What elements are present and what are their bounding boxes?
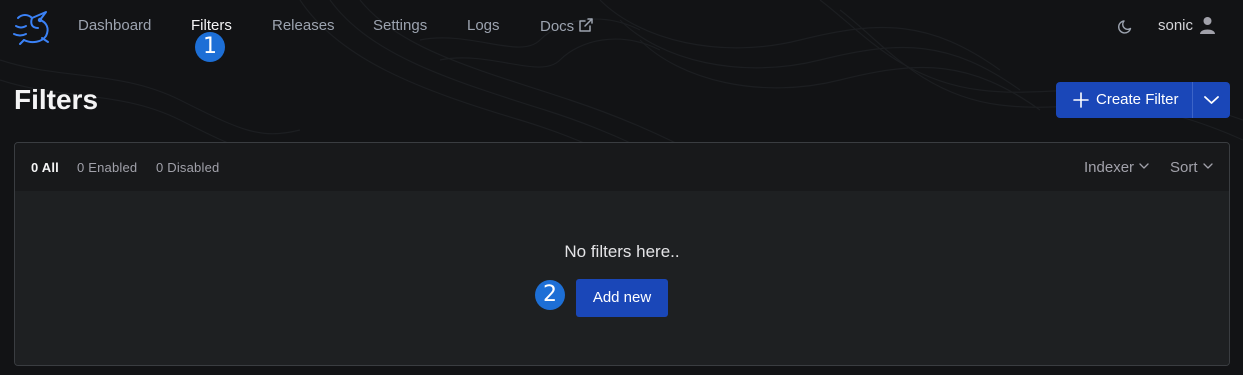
nav-logs[interactable]: Logs — [467, 17, 500, 34]
annotation-badge-1: 1 — [195, 32, 225, 62]
nav-releases[interactable]: Releases — [272, 17, 335, 34]
indexer-dropdown[interactable]: Indexer — [1084, 159, 1149, 176]
moon-icon[interactable] — [1117, 18, 1134, 35]
filters-panel: 0 All 0 Enabled 0 Disabled Indexer Sort … — [14, 142, 1230, 366]
create-filter-button-group: Create Filter — [1056, 82, 1230, 118]
tab-all[interactable]: 0 All — [31, 160, 59, 175]
create-filter-button[interactable]: Create Filter — [1056, 82, 1192, 118]
top-nav: Dashboard Filters Releases Settings Logs… — [0, 0, 1243, 52]
external-link-icon — [579, 18, 593, 32]
tab-enabled[interactable]: 0 Enabled — [77, 160, 137, 175]
page-title: Filters — [14, 84, 99, 115]
create-filter-label: Create Filter — [1096, 91, 1179, 108]
logo-rabbit-icon[interactable] — [12, 6, 56, 46]
nav-dashboard[interactable]: Dashboard — [78, 17, 151, 34]
nav-docs-label: Docs — [540, 18, 575, 35]
chevron-down-icon — [1139, 163, 1149, 169]
annotation-badge-2: 2 — [535, 280, 565, 310]
chevron-down-icon — [1202, 163, 1213, 169]
empty-state: No filters here.. Add new — [15, 191, 1229, 365]
filters-toolbar: 0 All 0 Enabled 0 Disabled Indexer Sort — [15, 143, 1229, 191]
empty-state-message: No filters here.. — [564, 242, 680, 261]
indexer-label: Indexer — [1084, 159, 1135, 176]
create-filter-menu-button[interactable] — [1193, 82, 1230, 118]
nav-docs[interactable]: Docs — [540, 17, 594, 35]
chevron-down-icon — [1204, 96, 1219, 104]
nav-settings[interactable]: Settings — [373, 17, 427, 34]
user-name[interactable]: sonic — [1158, 17, 1193, 34]
tab-disabled[interactable]: 0 Disabled — [156, 160, 219, 175]
plus-icon — [1073, 92, 1089, 108]
add-new-button[interactable]: Add new — [576, 279, 668, 317]
sort-label: Sort — [1170, 159, 1198, 176]
user-icon[interactable] — [1199, 16, 1216, 35]
sort-dropdown[interactable]: Sort — [1170, 159, 1213, 176]
